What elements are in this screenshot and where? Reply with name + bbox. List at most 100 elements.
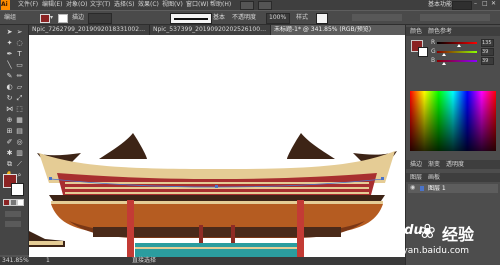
mesh-tool-icon[interactable]: ⊞ [5,127,14,136]
tab-document-3[interactable]: 未标题-1* @ 341.85% (RGB/预览) [271,25,406,35]
menu-help[interactable]: 帮助(H) [210,1,231,9]
tab-transparency[interactable]: 透明度 [446,161,464,169]
tab-artboards[interactable]: 画板 [428,174,440,182]
stroke-label: 描边 [72,14,85,21]
bridge-button[interactable] [240,1,254,10]
artboard-number[interactable]: 1 [46,257,50,265]
gradient-tool-icon[interactable]: ▤ [15,127,24,136]
style-label: 样式 [296,14,309,21]
menu-select[interactable]: 选择(S) [114,1,135,9]
current-tool-status: 直接选择 [132,257,157,264]
draw-mode-button[interactable] [5,211,21,217]
g-value-field[interactable]: 39 [481,48,494,56]
stroke-color-box[interactable] [11,183,24,196]
align-buttons[interactable] [352,14,402,21]
slice-tool-icon[interactable]: ⟋ [15,160,24,169]
tools-panel: ➤ ➢ ✦ ◌ ✒ T ╲ ▭ ✎ ✏ ◐ ▱ ↻ ⤢ ⋈ ⬚ ⊕ ▦ ⊞ ▤ … [0,25,29,255]
blend-tool-icon[interactable]: ◎ [15,138,24,147]
selection-anchor-mid [215,185,218,188]
r-value-field[interactable]: 135 [481,39,494,47]
tab-gradient[interactable]: 渐变 [428,161,440,169]
close-icon[interactable]: ✕ [491,0,496,8]
blob-brush-tool-icon[interactable]: ◐ [5,83,14,92]
menu-object[interactable]: 对象(O) [66,1,87,9]
eye-icon[interactable]: ◉ [410,184,415,192]
g-slider-knob[interactable] [442,53,446,56]
paw-icon: ❀ [419,219,436,243]
rotate-tool-icon[interactable]: ↻ [5,94,14,103]
channel-b-label: B [431,57,436,64]
workspace-switcher[interactable]: 基本功能 [428,1,452,9]
gradient-mode-button[interactable] [10,199,17,206]
stroke-swatch[interactable] [58,14,68,23]
opacity-field[interactable]: 100% [266,13,290,24]
magic-wand-tool-icon[interactable]: ✦ [5,39,14,48]
screen-mode-button[interactable] [5,221,21,227]
style-swatch[interactable] [316,13,328,24]
upper-roof [99,133,335,159]
menu-effect[interactable]: 效果(C) [138,1,159,9]
menu-file[interactable]: 文件(F) [18,1,38,9]
color-panel-header: 颜色 颜色参考 [406,27,500,36]
direct-selection-tool-icon[interactable]: ➢ [15,28,24,37]
symbol-sprayer-tool-icon[interactable]: ✱ [5,149,14,158]
b-slider-knob[interactable] [442,62,446,65]
status-bar: 341.85% 1 直接选择 [0,257,405,265]
menu-type[interactable]: 文字(T) [90,1,110,9]
search-field[interactable] [452,1,472,10]
menu-view[interactable]: 视图(V) [162,1,183,9]
chevron-down-icon[interactable]: ▾ [50,14,53,22]
tab-label: Npic_537399_201909202025261000.ai* [153,26,267,33]
tab-layers[interactable]: 图层 [410,174,422,182]
eyedropper-tool-icon[interactable]: ✐ [5,138,14,147]
eave-cream-line [51,201,383,204]
type-tool-icon[interactable]: T [15,50,24,59]
perspective-grid-tool-icon[interactable]: ▦ [15,116,24,125]
none-mode-button[interactable] [17,199,24,206]
r-slider-knob[interactable] [457,44,461,47]
zoom-level[interactable]: 341.85% [2,257,29,265]
tab-color-guide[interactable]: 颜色参考 [428,28,452,36]
menu-edit[interactable]: 编辑(E) [42,1,62,9]
pencil-tool-icon[interactable]: ✏ [15,72,24,81]
artboard-canvas[interactable] [29,35,405,257]
selection-tool-icon[interactable]: ➤ [5,28,14,37]
layers-panel-header: 图层 画板 [406,173,500,182]
shape-builder-tool-icon[interactable]: ⊕ [5,116,14,125]
tab-stroke[interactable]: 描边 [410,161,422,169]
artboard-tool-icon[interactable]: ⧉ [5,160,14,169]
line-tool-icon[interactable]: ╲ [5,61,14,70]
b-value-field[interactable]: 39 [481,57,494,65]
width-tool-icon[interactable]: ⋈ [5,105,14,114]
minimize-icon[interactable]: – [474,0,477,8]
r-value: 135 [482,40,492,46]
color-spectrum[interactable] [410,91,496,151]
tab-color[interactable]: 颜色 [410,28,422,36]
artwork[interactable] [29,35,405,257]
free-transform-tool-icon[interactable]: ⬚ [15,105,24,114]
scale-tool-icon[interactable]: ⤢ [15,94,24,103]
stroke-weight-field[interactable] [88,13,112,24]
column-graph-tool-icon[interactable]: ▥ [15,149,24,158]
eave-dark-strip [49,195,385,201]
watermark: Baidu ❀ 经验 jingyan.baidu.com [381,217,499,261]
stroke-preview[interactable] [418,47,428,57]
variable-width-profile[interactable] [170,13,212,24]
document-tabs: Npic_7262799_20190920183310020831.ai* Np… [29,25,406,35]
tab-document-2[interactable]: Npic_537399_201909202025261000.ai* [150,25,271,35]
rectangle-tool-icon[interactable]: ▭ [15,61,24,70]
maximize-icon[interactable]: □ [482,0,488,8]
paintbrush-tool-icon[interactable]: ✎ [5,72,14,81]
pen-tool-icon[interactable]: ✒ [5,50,14,59]
transform-buttons[interactable] [420,14,490,21]
color-mode-button[interactable] [3,199,10,206]
tab-document-1[interactable]: Npic_7262799_20190920183310020831.ai* [29,25,150,35]
menu-window[interactable]: 窗口(W) [186,1,209,9]
stroke-style-label[interactable]: 基本 [213,14,225,22]
lasso-tool-icon[interactable]: ◌ [15,39,24,48]
channel-g-label: G [431,48,436,55]
eraser-tool-icon[interactable]: ▱ [15,83,24,92]
fill-swatch[interactable] [40,14,50,23]
layer-row[interactable]: ◉ 图层 1 [408,184,498,193]
arrange-documents-button[interactable] [258,1,272,10]
